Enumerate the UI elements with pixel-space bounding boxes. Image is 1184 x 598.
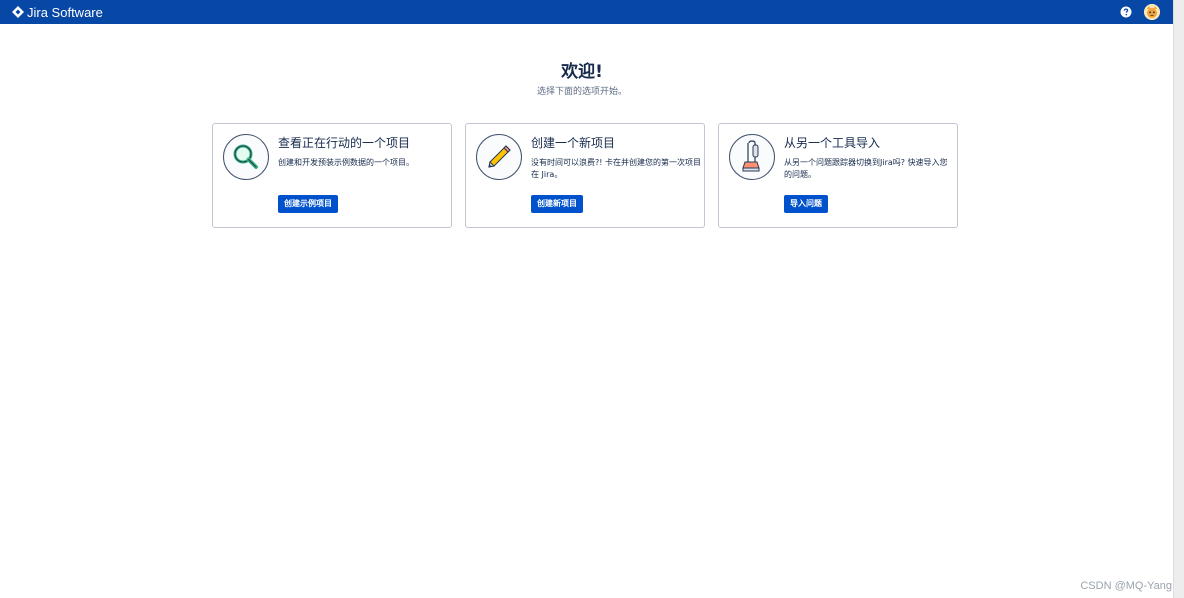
card-new-project: 创建一个新项目 没有时间可以浪费?! 卡在并创建您的第一次项目在 Jira。 创… [465,123,705,228]
card-body: 查看正在行动的一个项目 创建和开发预装示例数据的一个项目。 [278,136,448,169]
card-sample-project: 查看正在行动的一个项目 创建和开发预装示例数据的一个项目。 创建示例项目 [212,123,452,228]
page: Jira Software 欢迎! 选择下面的选项开始。 查看正在行动的一个项目… [0,0,1184,598]
help-button[interactable] [1118,4,1134,20]
watermark: CSDN @MQ-Yang [1080,580,1172,592]
jira-diamond-icon [12,6,24,18]
create-sample-project-button[interactable]: 创建示例项目 [278,195,338,213]
welcome-title: 欢迎! [561,62,603,82]
app-name: Jira Software [27,4,103,20]
topbar-actions [1118,0,1160,24]
top-navigation-bar: Jira Software [0,0,1174,24]
user-avatar[interactable] [1144,4,1160,20]
vacuum-icon [742,140,760,172]
card-body: 创建一个新项目 没有时间可以浪费?! 卡在并创建您的第一次项目在 Jira。 [531,136,701,181]
magnifier-icon [233,144,258,169]
card-icon-circle [476,134,522,180]
scrollbar[interactable] [1173,0,1184,598]
card-description: 创建和开发预装示例数据的一个项目。 [278,158,414,167]
import-issues-button[interactable]: 导入问题 [784,195,828,213]
card-import: 从另一个工具导入 从另一个问题跟踪器切换到Jira吗? 快速导入您的问题。 导入… [718,123,958,228]
card-title: 创建一个新项目 [531,136,616,150]
option-cards: 查看正在行动的一个项目 创建和开发预装示例数据的一个项目。 创建示例项目 创建一… [212,123,958,228]
card-icon-circle [729,134,775,180]
create-new-project-button[interactable]: 创建新项目 [531,195,583,213]
card-body: 从另一个工具导入 从另一个问题跟踪器切换到Jira吗? 快速导入您的问题。 [784,136,954,181]
welcome-subtitle: 选择下面的选项开始。 [536,87,627,97]
pencil-icon [488,145,511,168]
card-icon-circle [223,134,269,180]
card-title: 查看正在行动的一个项目 [278,136,411,150]
jira-logo[interactable]: Jira Software [12,5,103,20]
welcome-section: 欢迎! 选择下面的选项开始。 [0,62,1164,98]
card-title: 从另一个工具导入 [784,136,881,150]
help-icon [1120,6,1132,18]
card-description: 没有时间可以浪费?! 卡在并创建您的第一次项目在 Jira。 [531,158,701,179]
avatar-icon [1144,4,1160,20]
card-description: 从另一个问题跟踪器切换到Jira吗? 快速导入您的问题。 [784,158,948,179]
